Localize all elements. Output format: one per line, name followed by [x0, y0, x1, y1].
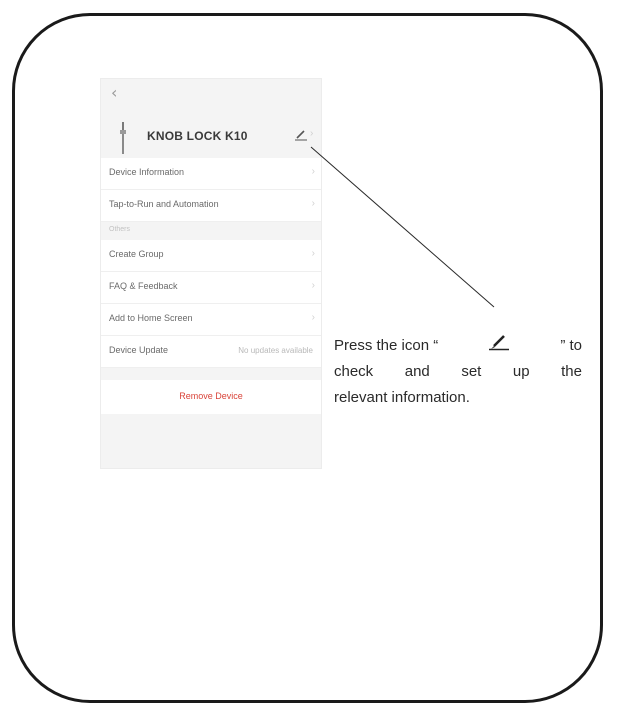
caption-word: the — [561, 363, 582, 380]
caption-word: and — [404, 363, 430, 380]
caption-word: set — [461, 363, 482, 380]
pencil-icon — [489, 335, 510, 351]
instruction-caption: Press the icon “ ” to check and set up the r… — [334, 333, 582, 411]
caption-word: up — [512, 363, 530, 380]
caption-text: ” to — [560, 337, 582, 354]
caption-text: check and set up the — [334, 359, 582, 385]
caption-word: check — [334, 363, 374, 380]
caption-text: Press the icon “ — [334, 337, 439, 354]
caption-line-1: Press the icon “ ” to — [334, 333, 582, 359]
caption-line-3: relevant information. — [334, 389, 470, 406]
caption-line-2: check and set up the — [334, 359, 582, 385]
